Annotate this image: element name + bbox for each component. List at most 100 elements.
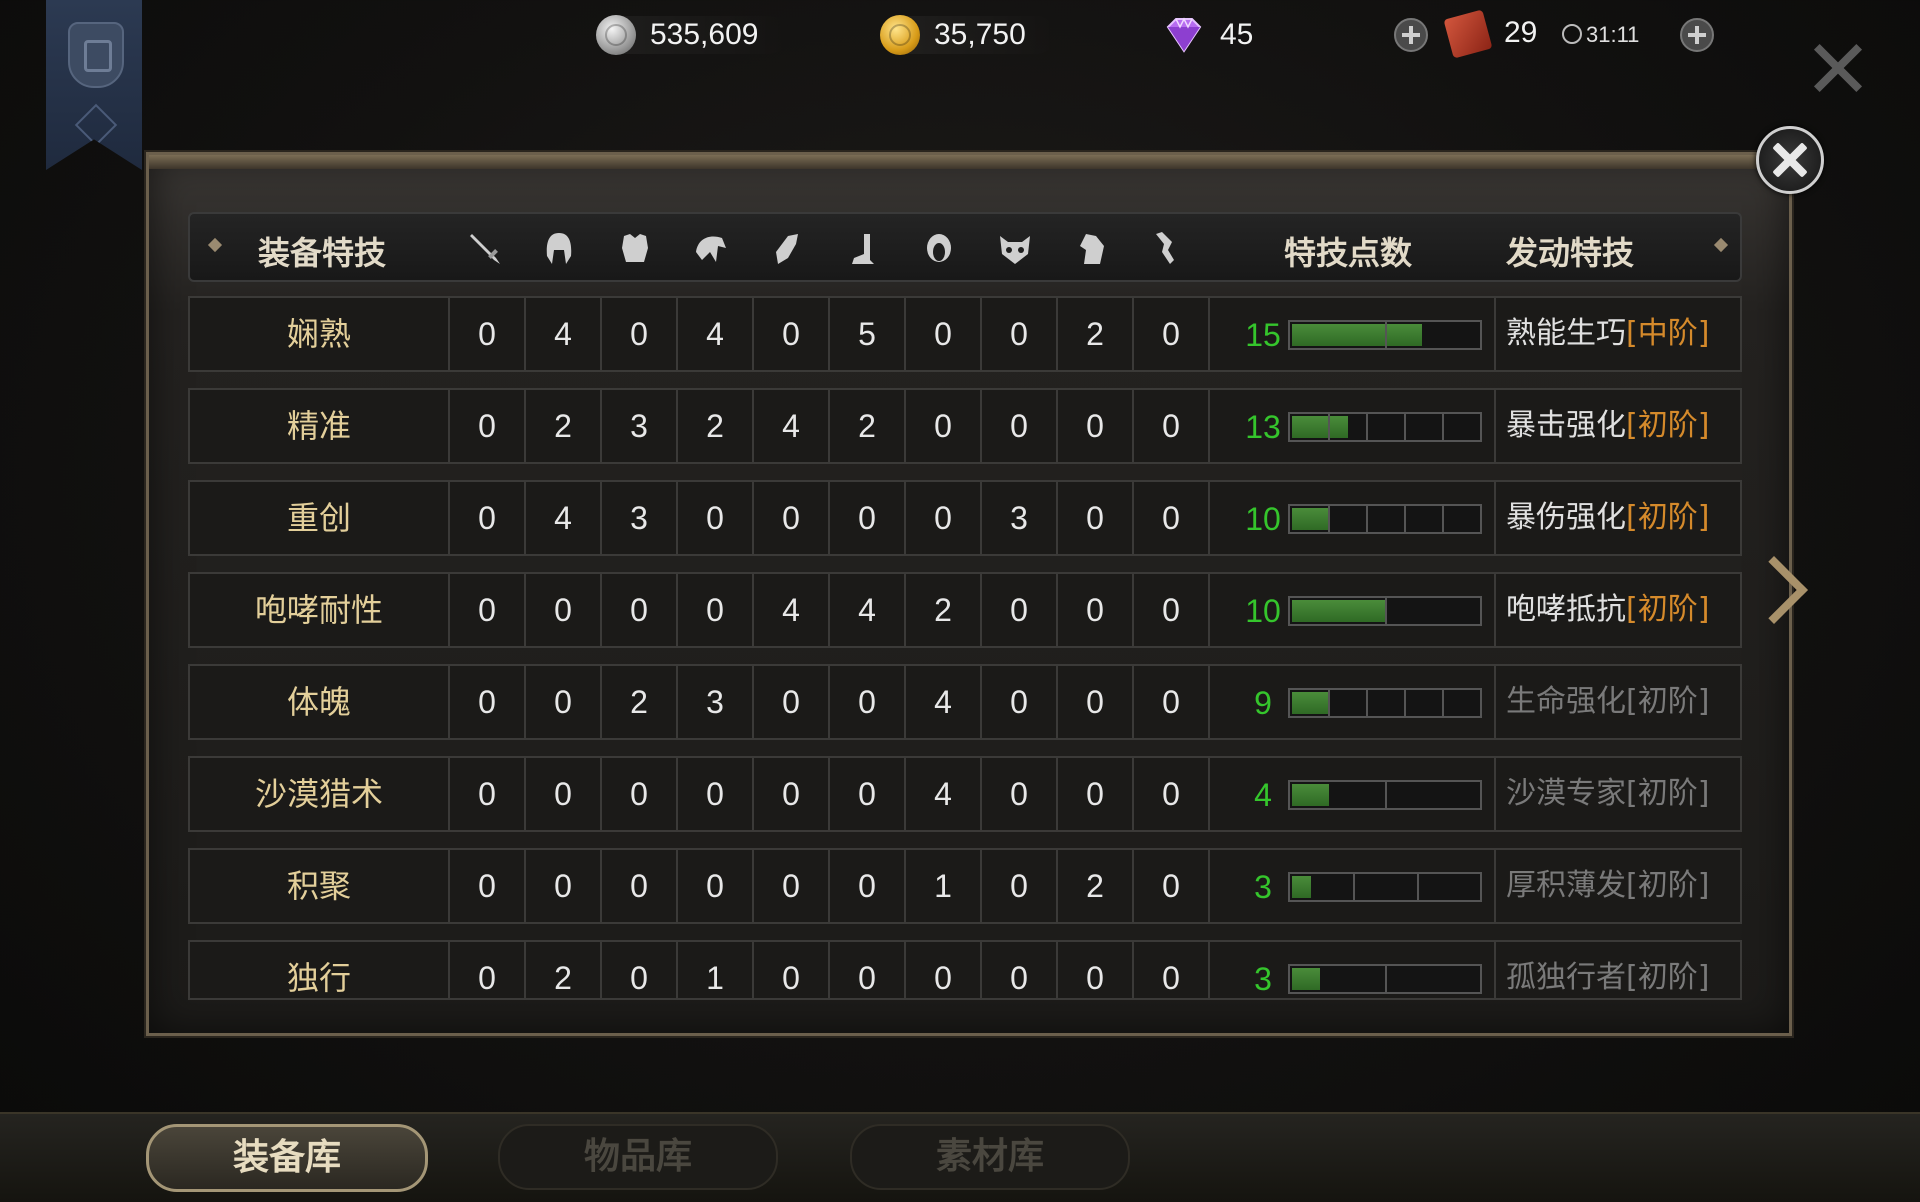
tab-material-storage[interactable]: 素材库	[850, 1124, 1130, 1190]
skill-label: 生命强化	[1506, 684, 1626, 719]
skill-level: [初阶]	[1626, 592, 1710, 627]
shoulder-icon	[696, 236, 726, 262]
cell-divider	[1208, 666, 1210, 738]
slot-value: 4	[706, 316, 724, 352]
slot-value: 0	[478, 592, 496, 628]
cell-divider	[1494, 942, 1496, 998]
slot-value: 4	[934, 776, 952, 812]
slot-value: 0	[1086, 960, 1104, 996]
progress-fill	[1292, 692, 1330, 714]
banner-ornament	[74, 103, 118, 147]
slot-value: 2	[554, 960, 572, 996]
ticket-amount: 29	[1504, 16, 1538, 49]
progress-fill	[1292, 784, 1330, 806]
table-row[interactable]: 咆哮耐性 0 0 0 0 4 4 2 0 0 0 10 咆哮抵抗[初阶]	[188, 572, 1742, 648]
cell-divider	[1494, 482, 1496, 554]
slot-value: 0	[1010, 408, 1028, 444]
close-dialog-button[interactable]	[1756, 126, 1824, 194]
slot-value: 0	[706, 868, 724, 904]
diamond-icon	[1166, 17, 1202, 53]
slot-value: 0	[554, 776, 572, 812]
slot-value: 0	[1086, 684, 1104, 720]
slot-value: 0	[1162, 500, 1180, 536]
beast-mask-icon	[1000, 236, 1030, 264]
skill-label: 暴击强化	[1506, 408, 1626, 443]
skill-points: 3	[1254, 869, 1272, 905]
table-row[interactable]: 重创 0 4 3 0 0 0 0 3 0 0 10 暴伤强化[初阶]	[188, 480, 1742, 556]
skill-label: 暴伤强化	[1506, 500, 1626, 535]
progress-fill	[1292, 600, 1385, 622]
slot-value: 0	[934, 960, 952, 996]
skill-name: 娴熟	[286, 315, 351, 353]
cell-divider	[1494, 574, 1496, 646]
chest-armor-icon	[622, 234, 648, 262]
skill-points: 4	[1254, 777, 1272, 813]
slot-value: 0	[1010, 960, 1028, 996]
progress-bar	[1288, 872, 1482, 902]
next-page-arrow[interactable]	[1744, 552, 1794, 632]
tab-equipment-storage[interactable]: 装备库	[146, 1124, 428, 1192]
skill-level: [初阶]	[1626, 868, 1710, 903]
close-screen-button[interactable]	[1810, 40, 1866, 96]
slot-value: 0	[1010, 776, 1028, 812]
activated-skill[interactable]: 沙漠专家[初阶]	[1506, 758, 1740, 830]
table-row[interactable]: 沙漠猎术 0 0 0 0 0 0 4 0 0 0 4 沙漠专家[初阶]	[188, 756, 1742, 832]
progress-segment	[1442, 690, 1444, 716]
progress-bar	[1288, 320, 1482, 350]
slot-value: 0	[782, 316, 800, 352]
slot-value: 0	[706, 776, 724, 812]
slot-value: 1	[934, 868, 952, 904]
slot-value: 0	[478, 500, 496, 536]
timer-value: 31:11	[1586, 22, 1640, 47]
guild-banner[interactable]	[46, 0, 142, 170]
slot-value: 0	[478, 960, 496, 996]
gold-currency: 35,750	[880, 12, 1056, 58]
progress-segment	[1442, 506, 1444, 532]
activated-skill[interactable]: 暴伤强化[初阶]	[1506, 482, 1740, 554]
slot-value: 4	[934, 684, 952, 720]
activated-skill[interactable]: 孤独行者[初阶]	[1506, 942, 1740, 998]
skill-name: 积聚	[286, 867, 351, 905]
cell-divider	[1208, 482, 1210, 554]
activated-skill[interactable]: 熟能生巧[中阶]	[1506, 298, 1740, 370]
header-active-skill: 发动特技	[1506, 234, 1635, 272]
table-row[interactable]: 体魄 0 0 2 3 0 0 4 0 0 0 9 生命强化[初阶]	[188, 664, 1742, 740]
slot-value: 1	[706, 960, 724, 996]
slot-value: 0	[858, 776, 876, 812]
slot-value: 0	[630, 592, 648, 628]
table-row[interactable]: 精准 0 2 3 2 4 2 0 0 0 0 13 暴击强化[初阶]	[188, 388, 1742, 464]
slot-value: 4	[554, 316, 572, 352]
skill-level: [初阶]	[1626, 684, 1710, 719]
slot-value: 0	[782, 684, 800, 720]
activated-skill[interactable]: 厚积薄发[初阶]	[1506, 850, 1740, 922]
slot-value: 0	[934, 500, 952, 536]
gold-coin-icon	[880, 15, 920, 55]
table-row[interactable]: 独行 0 2 0 1 0 0 0 0 0 0 3 孤独行者[初阶]	[188, 940, 1742, 1000]
cell-divider	[1494, 850, 1496, 922]
slot-value: 0	[782, 868, 800, 904]
activated-skill[interactable]: 咆哮抵抗[初阶]	[1506, 574, 1740, 646]
progress-segment	[1385, 782, 1387, 808]
tab-item-storage[interactable]: 物品库	[498, 1124, 778, 1190]
progress-segment	[1353, 874, 1356, 900]
activated-skill[interactable]: 暴击强化[初阶]	[1506, 390, 1740, 462]
activated-skill[interactable]: 生命强化[初阶]	[1506, 666, 1740, 738]
table-row[interactable]: 娴熟 0 4 0 4 0 5 0 0 2 0 15 熟能生巧[中阶]	[188, 296, 1742, 372]
progress-fill	[1292, 968, 1320, 990]
add-tickets-button[interactable]	[1680, 18, 1714, 52]
skill-points: 15	[1245, 317, 1281, 353]
slot-value: 0	[478, 316, 496, 352]
table-row[interactable]: 积聚 0 0 0 0 0 0 1 0 2 0 3 厚积薄发[初阶]	[188, 848, 1742, 924]
slot-value: 3	[706, 684, 724, 720]
boot-icon	[852, 234, 874, 264]
progress-segment	[1385, 966, 1387, 992]
slot-value: 3	[630, 408, 648, 444]
skill-name: 体魄	[286, 683, 351, 721]
sword-icon	[470, 234, 500, 264]
slot-value: 4	[554, 500, 572, 536]
ticket-icon	[1443, 9, 1493, 59]
slot-value: 2	[706, 408, 724, 444]
refresh-timer: 31:11	[1562, 22, 1639, 48]
slot-value: 0	[1086, 776, 1104, 812]
add-gems-button[interactable]	[1394, 18, 1428, 52]
